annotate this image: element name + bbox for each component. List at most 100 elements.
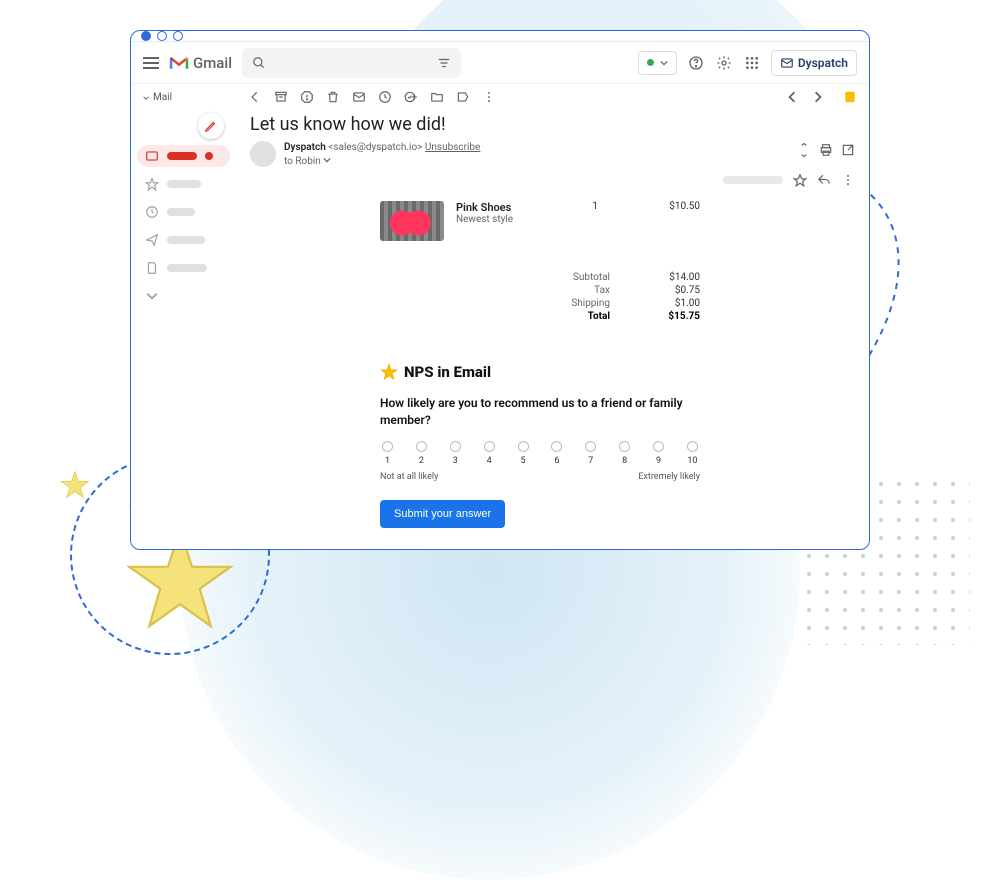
back-icon[interactable]: [248, 90, 262, 104]
sidebar-label-placeholder: [167, 208, 195, 216]
radio-icon[interactable]: [585, 441, 596, 452]
nps-block: NPS in Email How likely are you to recom…: [380, 363, 700, 528]
radio-icon[interactable]: [653, 441, 664, 452]
delete-icon[interactable]: [326, 90, 340, 104]
pencil-icon: [204, 119, 218, 133]
sidebar: Mail: [131, 84, 236, 550]
nps-option[interactable]: 6: [551, 441, 562, 466]
nps-option[interactable]: 1: [382, 441, 393, 466]
archive-icon[interactable]: [274, 90, 288, 104]
nps-option[interactable]: 4: [484, 441, 495, 466]
add-task-icon[interactable]: [404, 90, 418, 104]
star-outline-icon[interactable]: [793, 173, 807, 187]
sidebar-item-snoozed[interactable]: [137, 201, 230, 223]
product-qty: 1: [568, 201, 598, 212]
sidebar-item-starred[interactable]: [137, 173, 230, 195]
compose-button[interactable]: [198, 113, 224, 139]
radio-icon[interactable]: [518, 441, 529, 452]
nps-scale: 1 2 3 4 5 6 7 8 9 10: [380, 441, 700, 466]
sidebar-count-placeholder: [205, 152, 213, 160]
chevron-down-icon: [143, 95, 149, 101]
window-dot: [141, 31, 151, 41]
chevron-down-icon[interactable]: [323, 156, 331, 164]
radio-icon[interactable]: [619, 441, 630, 452]
radio-icon[interactable]: [382, 441, 393, 452]
search-options-icon[interactable]: [437, 56, 451, 70]
tax-label: Tax: [380, 285, 640, 296]
help-icon[interactable]: [687, 54, 705, 72]
search-icon: [252, 56, 266, 70]
avatar: [250, 141, 276, 167]
sender-row: Dyspatch <sales@dyspatch.io> Unsubscribe…: [236, 141, 797, 173]
nps-option[interactable]: 2: [416, 441, 427, 466]
nps-option[interactable]: 3: [450, 441, 461, 466]
print-icon[interactable]: [819, 143, 833, 157]
window-dot: [173, 31, 183, 41]
product-name: Pink Shoes: [456, 201, 556, 214]
timestamp-placeholder: [723, 176, 783, 184]
gmail-logo: Gmail: [169, 54, 232, 72]
apps-icon[interactable]: [743, 54, 761, 72]
next-icon[interactable]: [811, 90, 825, 104]
nps-question: How likely are you to recommend us to a …: [380, 395, 700, 429]
send-icon: [145, 233, 159, 247]
clock-icon: [145, 205, 159, 219]
chevron-down-icon: [145, 289, 159, 303]
shipping-value: $1.00: [640, 298, 700, 309]
sidebar-label-placeholder: [167, 264, 207, 272]
keep-icon[interactable]: [843, 90, 857, 104]
product-image: [380, 201, 444, 241]
sidebar-item-more[interactable]: [137, 285, 230, 307]
browser-window: Gmail: [130, 30, 870, 550]
window-dot: [157, 31, 167, 41]
total-value: $15.75: [640, 311, 700, 322]
gmail-m-icon: [169, 55, 189, 71]
expand-icon[interactable]: [797, 143, 811, 157]
sidebar-item-inbox[interactable]: [137, 145, 230, 167]
shipping-label: Shipping: [380, 298, 640, 309]
submit-button[interactable]: Submit your answer: [380, 500, 505, 528]
more-icon[interactable]: [482, 90, 496, 104]
sidebar-item-drafts[interactable]: [137, 257, 230, 279]
reply-icon[interactable]: [817, 173, 831, 187]
nps-heading: NPS in Email: [404, 363, 491, 381]
sidebar-label-placeholder: [167, 152, 197, 160]
open-new-icon[interactable]: [841, 143, 855, 157]
nps-option[interactable]: 10: [687, 441, 698, 466]
search-bar[interactable]: [242, 48, 461, 78]
unsubscribe-link[interactable]: Unsubscribe: [425, 142, 480, 153]
radio-icon[interactable]: [484, 441, 495, 452]
envelope-icon: [780, 56, 794, 70]
settings-icon[interactable]: [715, 54, 733, 72]
nps-option[interactable]: 9: [653, 441, 664, 466]
email-subject: Let us know how we did!: [236, 110, 869, 141]
prev-icon[interactable]: [785, 90, 799, 104]
nps-option[interactable]: 7: [585, 441, 596, 466]
to-line: to Robin: [284, 156, 321, 167]
order-totals: Subtotal $14.00 Tax $0.75 Shipping $1.00: [380, 271, 700, 323]
move-icon[interactable]: [430, 90, 444, 104]
total-label: Total: [380, 311, 640, 322]
star-icon: [380, 363, 398, 381]
star-icon: [60, 470, 90, 500]
radio-icon[interactable]: [416, 441, 427, 452]
radio-icon[interactable]: [687, 441, 698, 452]
message-toolbar: [236, 84, 869, 110]
spam-icon[interactable]: [300, 90, 314, 104]
radio-icon[interactable]: [450, 441, 461, 452]
dyspatch-badge[interactable]: Dyspatch: [771, 50, 857, 76]
mark-unread-icon[interactable]: [352, 90, 366, 104]
radio-icon[interactable]: [551, 441, 562, 452]
search-input[interactable]: [274, 56, 429, 70]
sidebar-item-sent[interactable]: [137, 229, 230, 251]
inbox-icon: [145, 149, 159, 163]
nps-option[interactable]: 8: [619, 441, 630, 466]
label-icon[interactable]: [456, 90, 470, 104]
more-icon[interactable]: [841, 173, 855, 187]
status-selector[interactable]: [638, 51, 677, 75]
menu-icon[interactable]: [143, 57, 159, 69]
snooze-icon[interactable]: [378, 90, 392, 104]
mail-section-label[interactable]: Mail: [137, 90, 230, 107]
sidebar-label-placeholder: [167, 180, 201, 188]
nps-option[interactable]: 5: [518, 441, 529, 466]
